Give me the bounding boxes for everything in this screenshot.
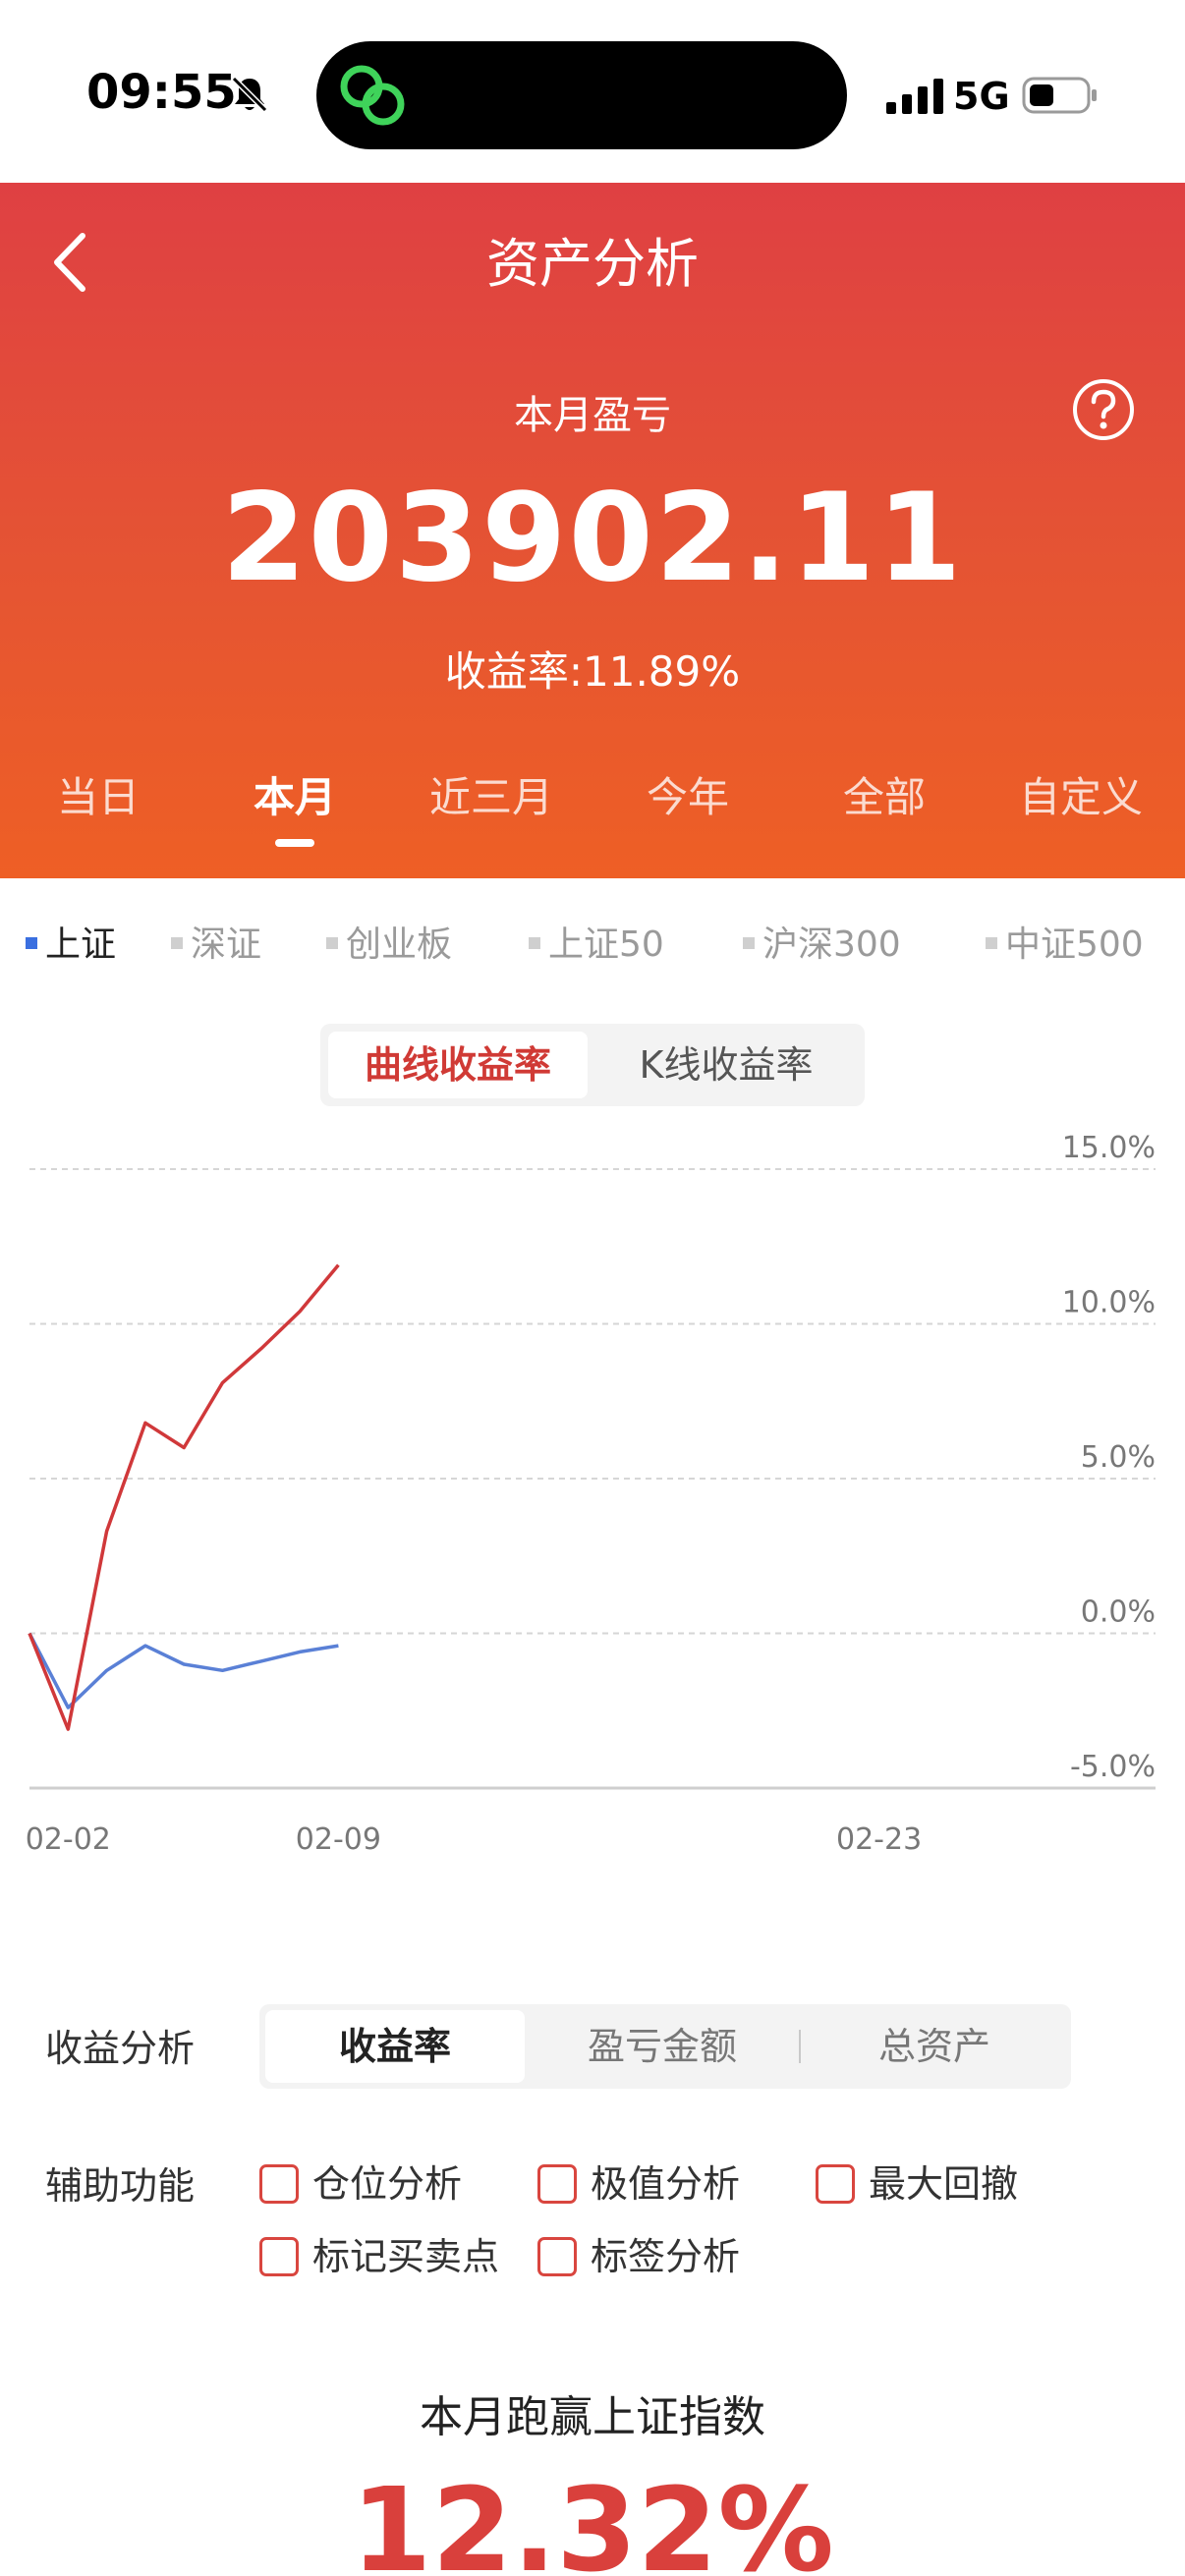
index-dot-icon bbox=[26, 937, 37, 949]
tab-today[interactable]: 当日 bbox=[10, 764, 187, 824]
index-tab-label: 沪深300 bbox=[762, 924, 901, 965]
period-tabs: 当日 本月 近三月 今年 全部 自定义 bbox=[0, 764, 1185, 843]
profit-analysis-segment: 收益率 盈亏金额 总资产 bbox=[259, 2004, 1071, 2089]
checkbox-icon[interactable] bbox=[537, 2236, 577, 2276]
x-tick-label: 02-09 bbox=[296, 1822, 381, 1857]
aux-extreme-analysis[interactable]: 极值分析 bbox=[537, 2154, 740, 2208]
aux-item-label: 标记买卖点 bbox=[312, 2235, 500, 2278]
option-total-assets[interactable]: 总资产 bbox=[804, 2010, 1065, 2083]
index-tab-label: 上证 bbox=[45, 924, 117, 965]
return-rate: 收益率:11.89% bbox=[0, 639, 1185, 699]
index-dot-icon bbox=[326, 937, 338, 949]
link-rings-icon bbox=[340, 65, 405, 126]
index-tab-csi500[interactable]: 中证500 bbox=[986, 916, 1144, 967]
index-dot-icon bbox=[171, 937, 183, 949]
index-tab-label: 中证500 bbox=[1005, 924, 1144, 965]
index-dot-icon bbox=[529, 937, 540, 949]
index-tab-sse50[interactable]: 上证50 bbox=[529, 916, 664, 967]
active-tab-indicator bbox=[275, 839, 314, 847]
aux-max-drawdown[interactable]: 最大回撤 bbox=[816, 2154, 1018, 2208]
option-pl-amount[interactable]: 盈亏金额 bbox=[531, 2010, 794, 2083]
y-tick-label: -5.0% bbox=[1070, 1750, 1156, 1784]
tab-this-year[interactable]: 今年 bbox=[599, 764, 776, 824]
help-icon[interactable] bbox=[1071, 377, 1136, 442]
return-chart: 15.0% 10.0% 5.0% 0.0% -5.0% 02-02 02-09 02-23 bbox=[26, 1131, 1156, 1857]
y-tick-label: 0.0% bbox=[1081, 1596, 1156, 1630]
return-rate-label: 收益率: bbox=[444, 647, 583, 696]
monthly-pl-value: 203902.11 bbox=[221, 468, 964, 609]
tab-all[interactable]: 全部 bbox=[796, 764, 973, 824]
series-line bbox=[28, 1263, 340, 1731]
y-tick-label: 5.0% bbox=[1081, 1440, 1156, 1475]
tab-custom[interactable]: 自定义 bbox=[992, 764, 1169, 824]
aux-item-label: 仓位分析 bbox=[312, 2162, 463, 2206]
index-tab-chinext[interactable]: 创业板 bbox=[326, 916, 452, 967]
curve-return-option[interactable]: 曲线收益率 bbox=[328, 1032, 588, 1098]
index-tab-sse[interactable]: 上证 bbox=[26, 916, 116, 967]
x-tick-label: 02-02 bbox=[26, 1822, 111, 1857]
checkbox-icon[interactable] bbox=[259, 2236, 299, 2276]
aux-functions-label: 辅助功能 bbox=[45, 2164, 196, 2208]
option-return-rate[interactable]: 收益率 bbox=[265, 2010, 525, 2083]
asset-analysis-screen: 09:55 5G 资产分析 本月盈亏 203902.11 收益率:11.89% … bbox=[0, 0, 1185, 2576]
return-rate-value: 11.89% bbox=[583, 647, 741, 696]
aux-tag-analysis[interactable]: 标签分析 bbox=[537, 2226, 740, 2280]
tab-this-month[interactable]: 本月 bbox=[206, 764, 383, 824]
index-tab-label: 创业板 bbox=[346, 924, 453, 965]
beat-index-value: 12.32% bbox=[351, 2462, 834, 2576]
aux-position-analysis[interactable]: 仓位分析 bbox=[259, 2154, 462, 2208]
network-type: 5G bbox=[953, 75, 1010, 118]
aux-item-label: 标签分析 bbox=[591, 2235, 741, 2278]
kline-return-option[interactable]: K线收益率 bbox=[595, 1032, 857, 1098]
tab-three-months[interactable]: 近三月 bbox=[403, 764, 580, 824]
chart-type-toggle: 曲线收益率 K线收益率 bbox=[320, 1024, 865, 1106]
battery-icon bbox=[1022, 77, 1097, 114]
beat-index-title: 本月跑赢上证指数 bbox=[420, 2392, 765, 2442]
profit-analysis-label: 收益分析 bbox=[45, 2027, 196, 2070]
index-tab-csi300[interactable]: 沪深300 bbox=[743, 916, 901, 967]
status-time: 09:55 bbox=[86, 65, 237, 120]
status-bar: 09:55 5G bbox=[0, 0, 1185, 183]
index-dot-icon bbox=[743, 937, 755, 949]
segment-divider bbox=[799, 2030, 801, 2063]
bell-muted-icon bbox=[231, 76, 268, 113]
y-tick-label: 15.0% bbox=[1062, 1131, 1156, 1165]
index-tab-szse[interactable]: 深证 bbox=[171, 916, 261, 967]
checkbox-icon[interactable] bbox=[816, 2163, 855, 2204]
monthly-pl-label: 本月盈亏 bbox=[514, 393, 671, 438]
aux-item-label: 极值分析 bbox=[591, 2162, 741, 2206]
index-dot-icon bbox=[986, 937, 997, 949]
checkbox-icon[interactable] bbox=[537, 2163, 577, 2204]
header: 资产分析 本月盈亏 203902.11 收益率:11.89% 当日 本月 近三月… bbox=[0, 183, 1185, 878]
page-title: 资产分析 bbox=[486, 233, 699, 295]
x-tick-label: 02-23 bbox=[836, 1822, 922, 1857]
checkbox-icon[interactable] bbox=[259, 2163, 299, 2204]
aux-mark-trades[interactable]: 标记买卖点 bbox=[259, 2226, 499, 2280]
index-tab-label: 上证50 bbox=[548, 924, 664, 965]
index-tab-label: 深证 bbox=[191, 924, 262, 965]
y-tick-label: 10.0% bbox=[1062, 1286, 1156, 1320]
aux-item-label: 最大回撤 bbox=[869, 2162, 1019, 2206]
index-tabs: 上证 深证 创业板 上证50 沪深300 中证500 bbox=[0, 916, 1185, 971]
dynamic-island bbox=[316, 41, 847, 149]
cellular-signal-icon bbox=[886, 79, 943, 114]
